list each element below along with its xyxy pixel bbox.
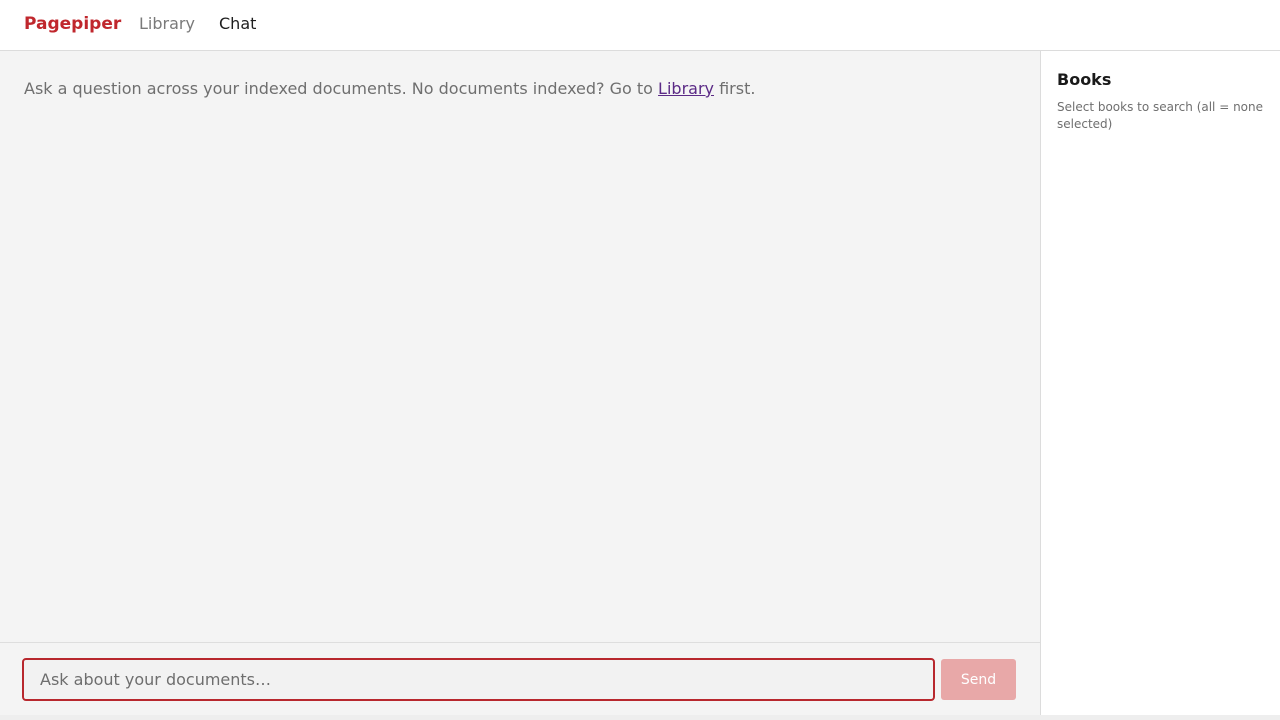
top-navigation: Pagepiper Library Chat bbox=[0, 0, 1280, 51]
chat-input[interactable] bbox=[22, 658, 935, 701]
nav-link-chat[interactable]: Chat bbox=[219, 14, 256, 34]
nav-link-library[interactable]: Library bbox=[139, 14, 195, 34]
intro-text-suffix: first. bbox=[714, 79, 756, 98]
books-sidebar: Books Select books to search (all = none… bbox=[1040, 51, 1280, 715]
message-composer: Send bbox=[0, 642, 1040, 715]
intro-text-prefix: Ask a question across your indexed docum… bbox=[24, 79, 659, 98]
send-button[interactable]: Send bbox=[941, 659, 1016, 700]
sidebar-title: Books bbox=[1057, 70, 1112, 89]
sidebar-hint: Select books to search (all = none selec… bbox=[1057, 100, 1264, 131]
intro-message: Ask a question across your indexed docum… bbox=[24, 79, 755, 99]
library-link[interactable]: Library bbox=[658, 79, 714, 98]
bottom-divider bbox=[0, 715, 1280, 720]
app-root: Pagepiper Library Chat Ask a question ac… bbox=[0, 0, 1280, 720]
chat-main-area: Ask a question across your indexed docum… bbox=[0, 51, 1040, 643]
brand-logo[interactable]: Pagepiper bbox=[24, 14, 121, 34]
